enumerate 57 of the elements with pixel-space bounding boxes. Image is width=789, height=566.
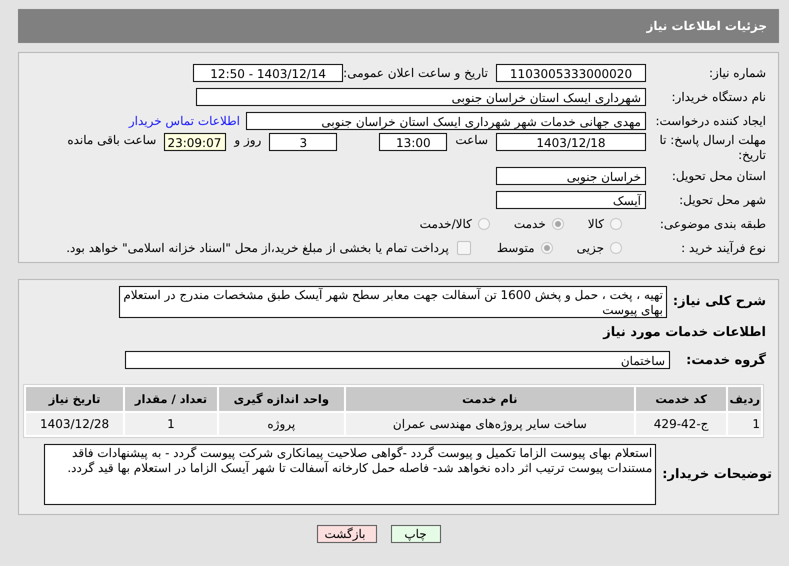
buyer-org-field: شهرداری ایسک استان خراسان جنوبی	[196, 88, 646, 106]
announce-date-field: 1403/12/14 - 12:50	[193, 64, 344, 82]
radio-label: متوسط	[496, 240, 535, 254]
field-label: ساعت باقی مانده	[67, 133, 156, 147]
column-header: کد خدمت	[636, 387, 726, 411]
table-cell: 1403/12/28	[26, 413, 124, 435]
field-label: توضیحات خریدار:	[662, 467, 773, 482]
radio-label: خدمت	[514, 216, 546, 230]
field-label: ایجاد کننده درخواست:	[654, 114, 766, 128]
table-cell: پروژه	[218, 413, 344, 435]
checkbox-label: پرداخت تمام یا بخشی از مبلغ خرید،از محل "اسناد خزانه اسلامی" خواهد بود.	[66, 240, 449, 254]
deadline-time-field: 13:00	[379, 133, 448, 151]
field-label: مهلت ارسال پاسخ: تا تاریخ:	[658, 133, 766, 163]
field-label: شرح کلی نیاز:	[672, 293, 766, 309]
city-field: آیسک	[496, 190, 646, 208]
section-title: اطلاعات خدمات مورد نیاز	[602, 324, 767, 342]
radio-button[interactable]	[610, 218, 622, 230]
column-header: ردیف	[728, 387, 761, 411]
column-header: واحد اندازه گیری	[218, 387, 344, 411]
print-button[interactable]: چاپ	[390, 525, 440, 543]
field-label: استان محل تحویل:	[670, 168, 766, 182]
column-header: نام خدمت	[346, 387, 634, 411]
page-title: جزئیات اطلاعات نیاز	[646, 19, 767, 33]
checkbox[interactable]	[456, 240, 471, 254]
province-field: خراسان جنوبی	[496, 166, 646, 184]
field-label: روز و	[234, 133, 262, 147]
radio-button[interactable]	[552, 218, 564, 230]
buyer-contact-link[interactable]: اطلاعات تماس خریدار	[128, 114, 240, 128]
radio-button[interactable]	[540, 242, 553, 254]
description-field: تهیه ، پخت ، حمل و پخش 1600 تن آسفالت جهت معابر سطح شهر آیسک طبق مشخصات مندرج در استعلام بهای پیوست	[118, 286, 667, 318]
field-label: تاریخ و ساعت اعلان عمومی:	[343, 66, 488, 80]
radio-label: کالا/خدمت	[420, 216, 472, 230]
field-label: نام دستگاه خریدار:	[670, 90, 766, 104]
column-header: تعداد / مقدار	[125, 387, 217, 411]
radio-label: جزیی	[576, 240, 604, 254]
remaining-time-field: 23:09:07	[164, 133, 226, 151]
field-label: طبقه بندی موضوعی:	[658, 216, 766, 230]
buyer-notes-field: استعلام بهای پیوست الزاما تکمیل و پیوست گردد -گواهی صلاحیت پیمانکاری شرکت پیوست گردد - به پیشنهادات فاقد مستندات پیوست ترتیب اثر داده نخواهد شد- فاصله حمل کارخانه آسفالت تا شهر آیسک الزاما در استعلام بها قید گردد.	[44, 444, 656, 505]
days-field: 3	[269, 133, 338, 151]
service-group-field: ساختمان	[125, 351, 670, 369]
deadline-date-field: 1403/12/18	[496, 133, 646, 151]
radio-button[interactable]	[478, 218, 490, 230]
table-cell: 1	[125, 413, 217, 435]
back-button[interactable]: بازگشت	[316, 525, 376, 543]
table-cell: ج-42-429	[636, 413, 726, 435]
column-header: تاریخ نیاز	[26, 387, 124, 411]
field-label: نوع فرآیند خرید :	[680, 240, 766, 254]
field-label: شماره نیاز:	[708, 66, 766, 80]
table-cell: ساخت سایر پروژه‌های مهندسی عمران	[346, 413, 634, 435]
field-label: ساعت	[455, 133, 488, 147]
field-label: گروه خدمت:	[685, 352, 766, 368]
field-label: شهر محل تحویل:	[678, 192, 766, 206]
table-cell: 1	[728, 413, 761, 435]
radio-button[interactable]	[610, 242, 622, 254]
need-number-field: 1103005333000020	[496, 64, 646, 82]
requester-field: مهدی جهانی خدمات شهر شهرداری ایسک استان خراسان جنوبی	[246, 112, 646, 130]
radio-label: کالا	[588, 216, 604, 230]
